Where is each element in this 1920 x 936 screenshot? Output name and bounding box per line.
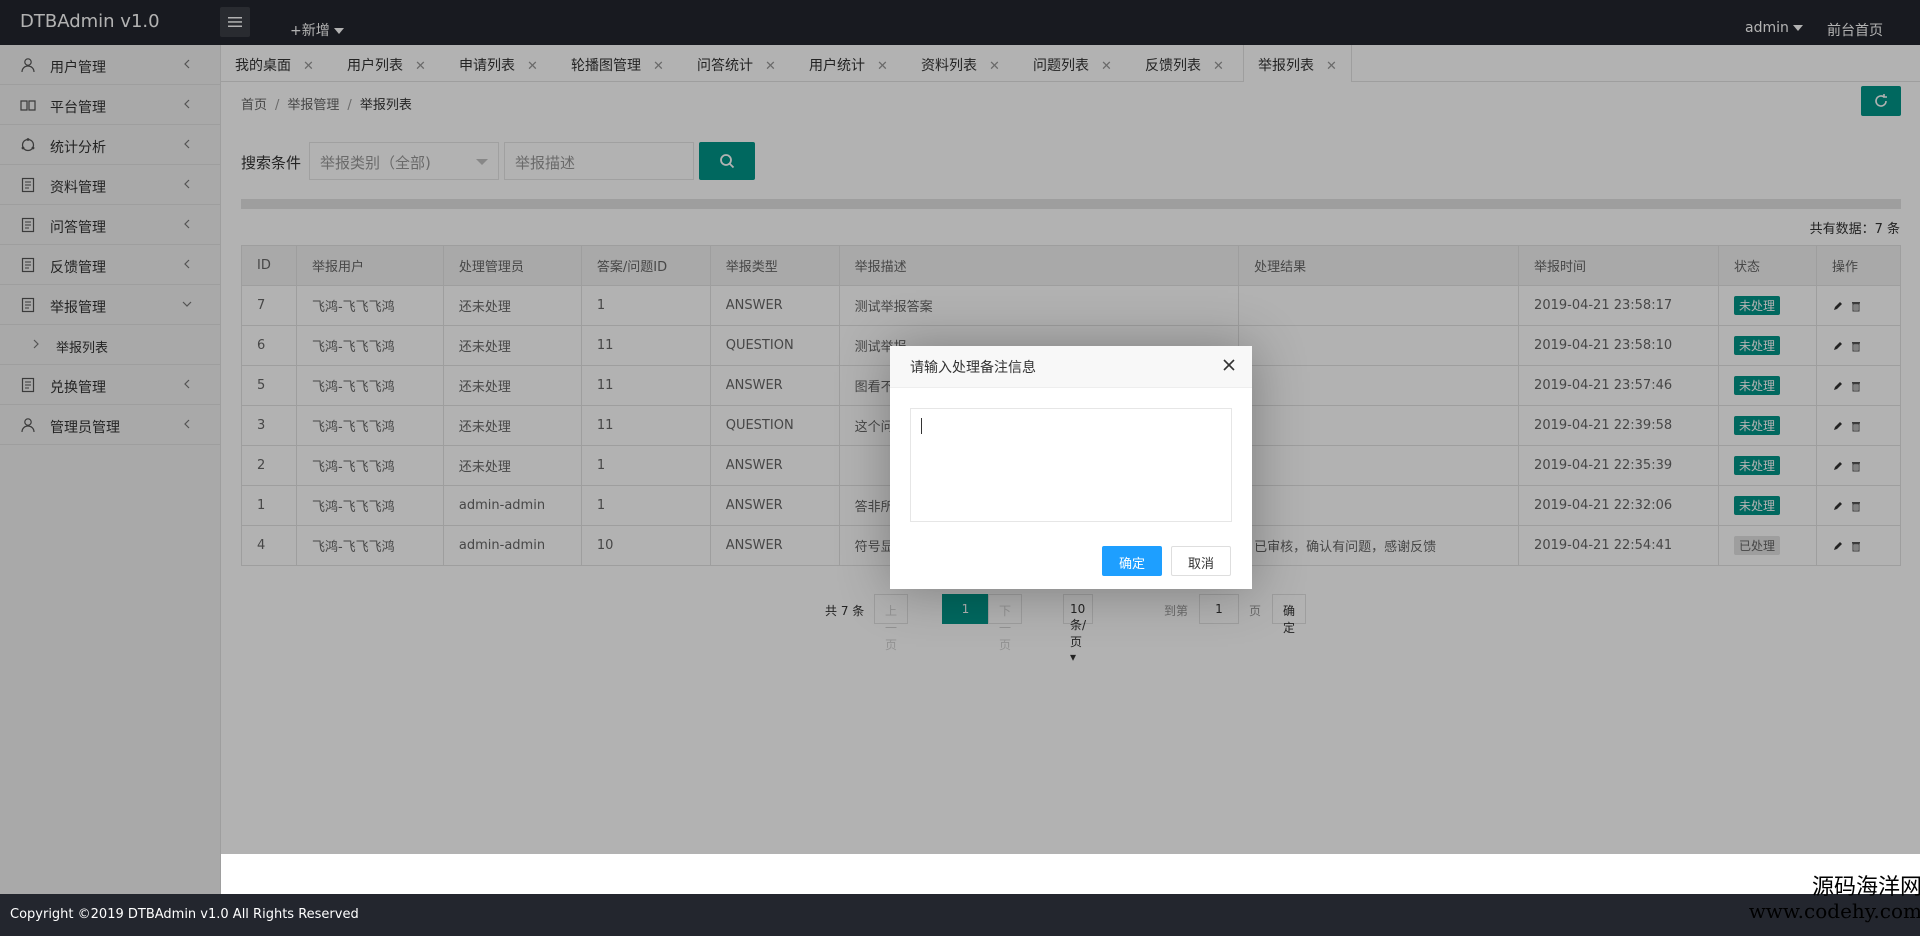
watermark-line2: www.codehy.com xyxy=(1748,899,1920,924)
dialog-header: 请输入处理备注信息 xyxy=(890,346,1252,388)
close-icon[interactable] xyxy=(1220,356,1238,374)
cancel-button[interactable]: 取消 xyxy=(1171,546,1231,576)
confirm-button[interactable]: 确定 xyxy=(1102,546,1162,576)
watermark-line1: 源码海洋网 xyxy=(1811,875,1920,900)
overlay-top xyxy=(0,0,1920,45)
dialog-title: 请输入处理备注信息 xyxy=(910,360,1036,376)
watermark: 源码海洋网 www.codehy.com xyxy=(1712,875,1920,924)
overlay-sidebar xyxy=(0,45,221,894)
copyright-text: Copyright ©2019 DTBAdmin v1.0 All Rights… xyxy=(10,907,359,922)
remark-textarea[interactable] xyxy=(910,408,1232,522)
remark-dialog: 请输入处理备注信息 确定 取消 xyxy=(890,346,1252,589)
text-cursor xyxy=(921,418,922,434)
footer: Copyright ©2019 DTBAdmin v1.0 All Rights… xyxy=(0,894,1920,936)
